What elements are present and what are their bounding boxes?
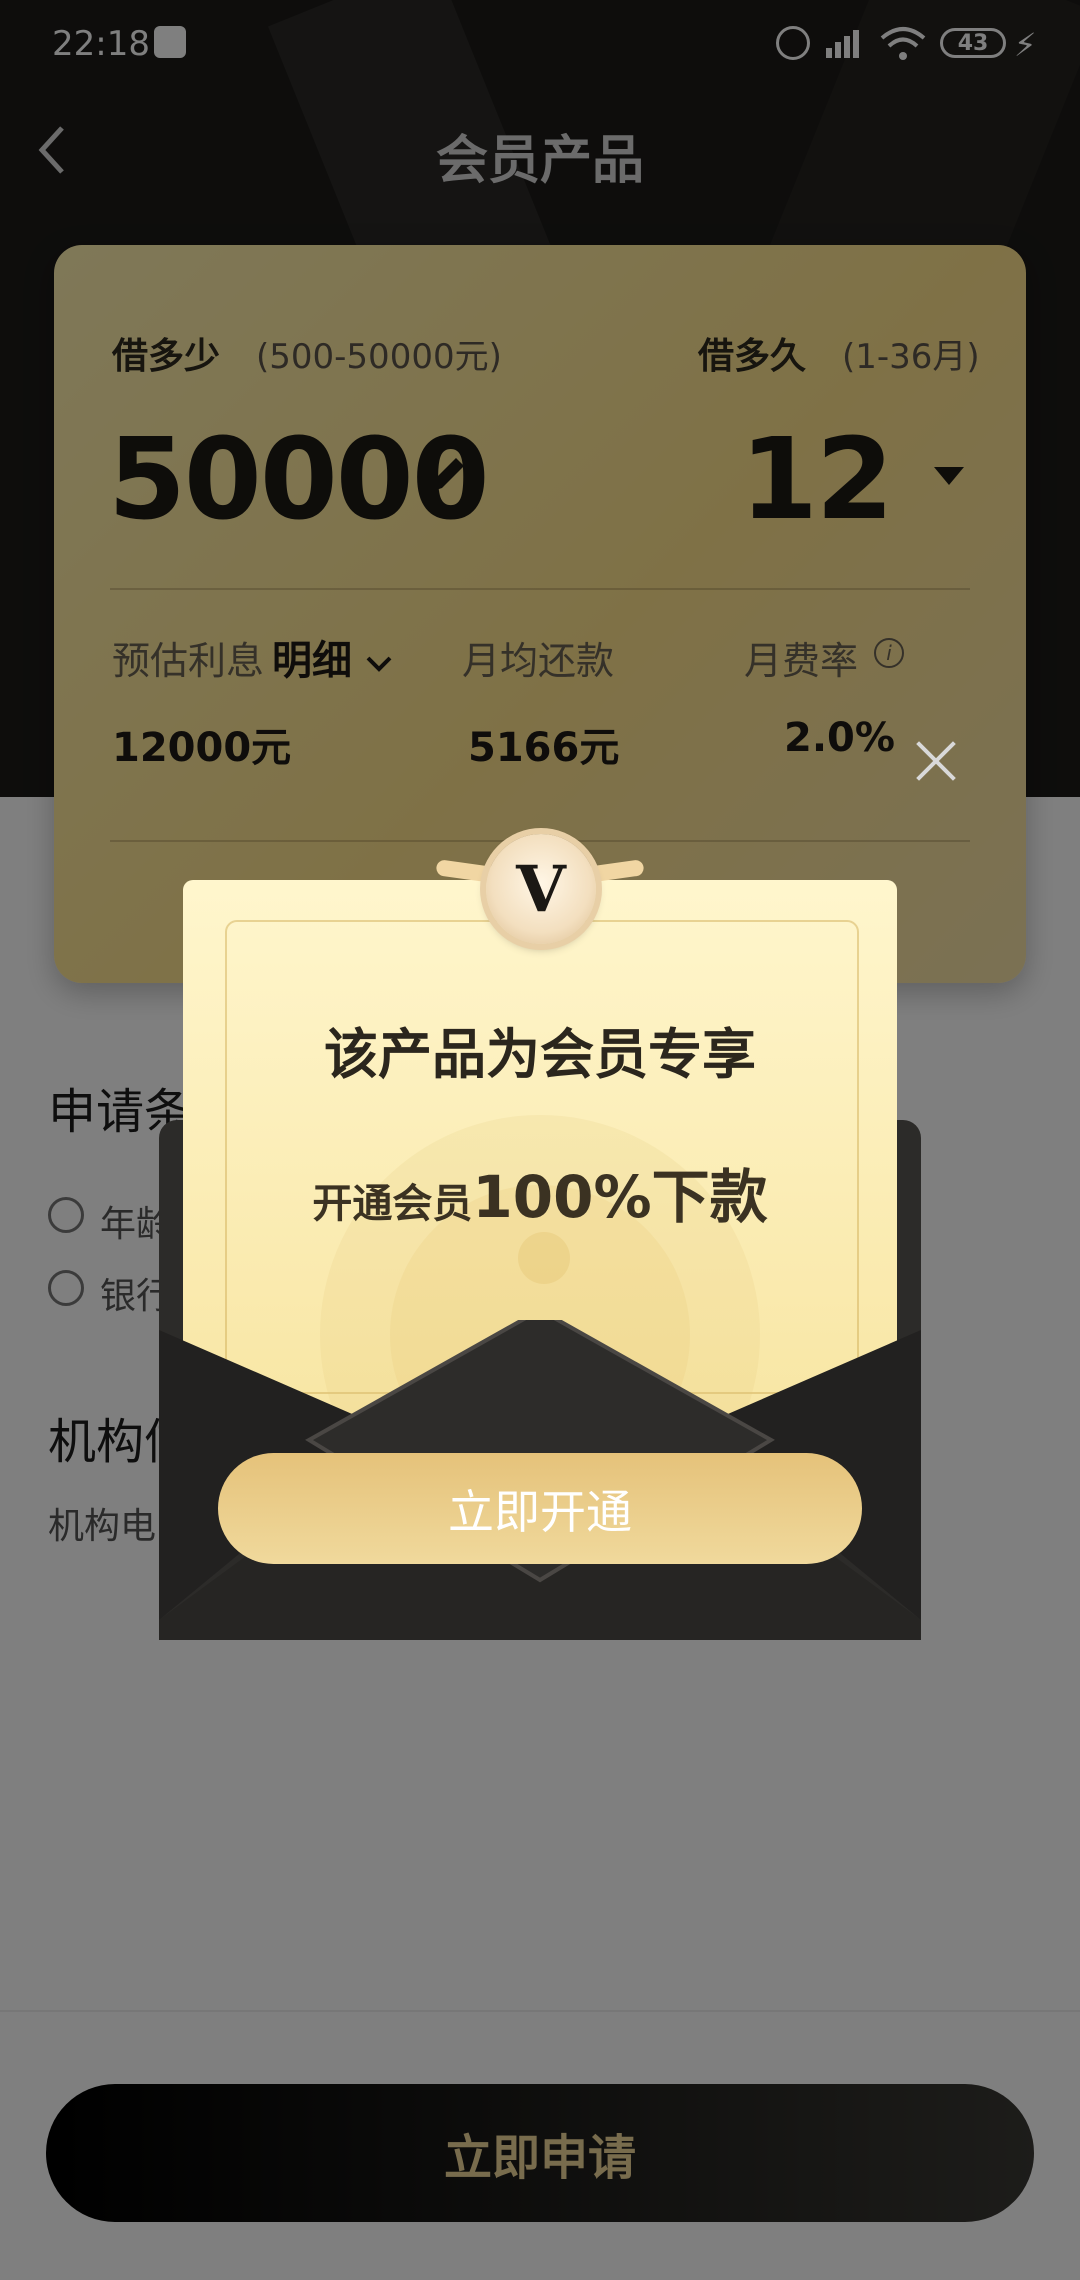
vip-badge-icon: V: [486, 834, 596, 944]
activate-membership-button[interactable]: 立即开通: [218, 1453, 862, 1564]
modal-subtitle-small: 开通会员: [312, 1181, 473, 1227]
close-icon[interactable]: [910, 735, 962, 787]
modal-title: 该产品为会员专享: [324, 1023, 756, 1086]
modal-subtitle: 开通会员100%下款: [183, 1150, 897, 1234]
modal-subtitle-big: 100%下款: [472, 1163, 768, 1231]
crown-icon: [518, 1232, 570, 1284]
badge-letter: V: [516, 851, 566, 927]
